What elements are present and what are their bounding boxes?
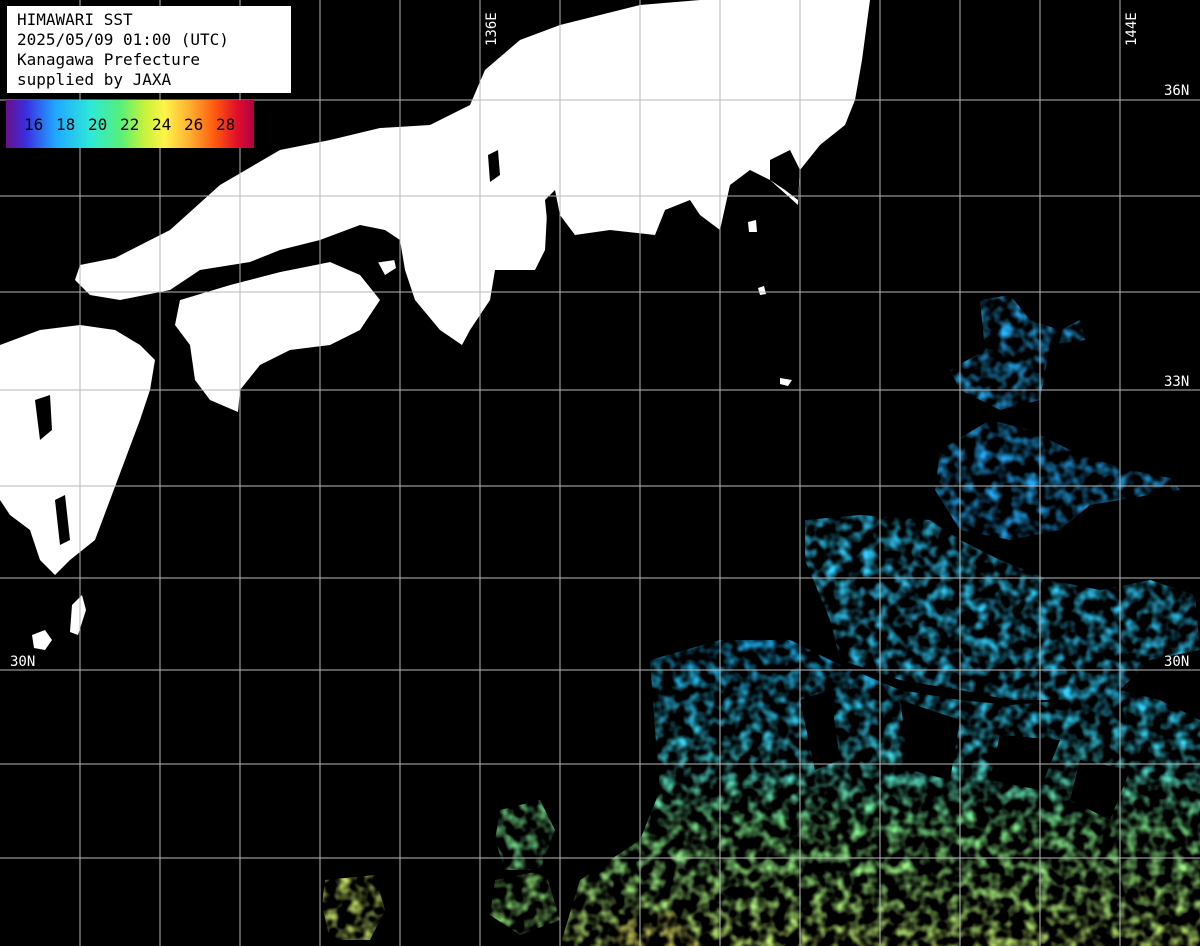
lon-label-144e: 144E <box>1124 12 1140 46</box>
legend-label: 22 <box>120 115 140 134</box>
land-miyake <box>758 286 766 295</box>
data-credit: supplied by JAXA <box>17 70 172 89</box>
temperature-colorbar: 16 18 20 22 24 26 28 <box>6 100 254 148</box>
land-izu-oshima <box>748 220 757 232</box>
info-box: HIMAWARI SST 2025/05/09 01:00 (UTC) Kana… <box>7 6 291 93</box>
legend-label: 18 <box>56 115 76 134</box>
product-title: HIMAWARI SST <box>17 10 133 29</box>
legend-label: 16 <box>24 115 44 134</box>
legend-label: 26 <box>184 115 204 134</box>
lat-label-36n: 36N <box>1164 83 1189 99</box>
land-yakushima <box>32 630 52 650</box>
land-kyushu <box>0 325 155 575</box>
land-hachijo <box>780 378 792 386</box>
land-tanegashima <box>70 595 86 635</box>
sst-region-north-speckle <box>950 295 1085 410</box>
lat-label-33n-right: 33N <box>1164 374 1189 390</box>
lon-label-136e: 136E <box>484 12 500 46</box>
sst-region-north <box>935 420 1180 540</box>
lat-label-33n-left: 33 <box>10 374 27 390</box>
lat-label-30n-left: 30N <box>10 654 35 670</box>
land-layer <box>0 0 870 650</box>
sst-data-layer <box>322 295 1200 946</box>
legend-label: 20 <box>88 115 108 134</box>
legend-label: 24 <box>152 115 172 134</box>
region-name: Kanagawa Prefecture <box>17 50 201 69</box>
sst-region-central <box>805 515 1200 700</box>
observation-datetime: 2025/05/09 01:00 (UTC) <box>17 30 229 49</box>
lat-label-30n-right: 30N <box>1164 654 1189 670</box>
sst-patch-b <box>490 870 560 935</box>
legend-label: 28 <box>216 115 236 134</box>
sst-patch-c <box>322 875 385 940</box>
sst-patch-a <box>495 800 555 870</box>
